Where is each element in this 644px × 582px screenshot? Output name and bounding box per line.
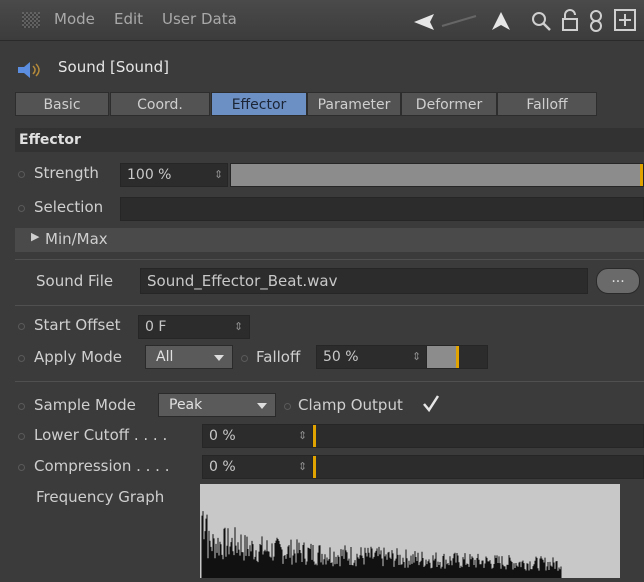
compression-slider-marker: [313, 456, 316, 478]
falloff-slider-fill: [427, 346, 457, 368]
strength-spinner-icon[interactable]: ⇕: [214, 168, 223, 181]
divider: [15, 305, 644, 306]
grip-icon: [22, 12, 40, 28]
lower-cutoff-anim-dot[interactable]: [18, 433, 25, 440]
object-header: Sound [Sound]: [0, 54, 644, 84]
start-offset-anim-dot[interactable]: [18, 323, 25, 330]
selection-label: Selection: [34, 198, 104, 216]
strength-input[interactable]: 100 %: [120, 163, 228, 187]
tab-effector[interactable]: Effector: [211, 92, 307, 116]
sound-file-label: Sound File: [36, 272, 114, 290]
divider: [15, 259, 644, 260]
object-title: Sound [Sound]: [58, 58, 169, 76]
minmax-label: Min/Max: [45, 230, 108, 248]
tab-coord[interactable]: Coord.: [110, 92, 210, 116]
compression-anim-dot[interactable]: [18, 464, 25, 471]
add-icon[interactable]: [614, 9, 636, 31]
effector-section-header: Effector: [15, 128, 644, 152]
start-offset-spinner-icon[interactable]: ⇕: [234, 320, 243, 333]
lower-cutoff-slider[interactable]: [312, 424, 644, 448]
chevron-down-icon: [214, 355, 224, 361]
pointer-icon[interactable]: [490, 10, 512, 32]
menu-mode[interactable]: Mode: [54, 10, 95, 28]
clamp-output-anim-dot[interactable]: [284, 403, 291, 410]
tab-deformer[interactable]: Deformer: [401, 92, 497, 116]
expand-triangle-icon[interactable]: ▶: [31, 230, 39, 243]
chevron-down-icon: [257, 403, 267, 409]
falloff-slider-marker: [456, 346, 459, 368]
sample-mode-select[interactable]: Peak: [158, 393, 276, 417]
menu-edit[interactable]: Edit: [114, 10, 143, 28]
lower-cutoff-slider-marker: [313, 425, 316, 447]
sample-mode-label: Sample Mode: [34, 396, 136, 414]
frequency-graph[interactable]: [200, 484, 620, 578]
strength-slider[interactable]: [230, 163, 644, 187]
tab-parameter[interactable]: Parameter: [307, 92, 401, 116]
lower-cutoff-spinner-icon[interactable]: ⇕: [298, 429, 307, 442]
frequency-graph-label: Frequency Graph: [36, 488, 165, 506]
apply-mode-select[interactable]: All: [145, 345, 233, 369]
clamp-output-label: Clamp Output: [298, 396, 403, 414]
falloff-label: Falloff: [256, 348, 301, 366]
tab-falloff[interactable]: Falloff: [497, 92, 597, 116]
falloff-slider[interactable]: [426, 345, 488, 369]
start-offset-label: Start Offset: [34, 316, 121, 334]
falloff-anim-dot[interactable]: [241, 355, 248, 362]
selection-field[interactable]: [120, 197, 644, 221]
browse-button[interactable]: ...: [596, 268, 640, 294]
menu-user-data[interactable]: User Data: [162, 10, 237, 28]
selection-anim-dot[interactable]: [18, 205, 25, 212]
tab-basic[interactable]: Basic: [15, 92, 109, 116]
search-icon[interactable]: [530, 10, 552, 32]
clamp-output-checkbox[interactable]: [422, 393, 440, 413]
apply-mode-label: Apply Mode: [34, 348, 122, 366]
back-arrow-icon[interactable]: [414, 12, 494, 32]
divider: [15, 381, 644, 382]
compression-spinner-icon[interactable]: ⇕: [298, 460, 307, 473]
menu-bar: Mode Edit User Data: [0, 0, 644, 41]
compression-label: Compression . . . .: [34, 457, 170, 475]
link-icon[interactable]: [588, 9, 604, 33]
sample-mode-value: Peak: [169, 397, 203, 413]
compression-slider[interactable]: [312, 455, 644, 479]
sample-mode-anim-dot[interactable]: [18, 403, 25, 410]
strength-anim-dot[interactable]: [18, 171, 25, 178]
sound-icon: [18, 62, 40, 78]
strength-label: Strength: [34, 164, 99, 182]
apply-mode-value: All: [156, 349, 174, 365]
frequency-graph-plot: [201, 511, 562, 578]
falloff-spinner-icon[interactable]: ⇕: [412, 350, 421, 363]
lower-cutoff-label: Lower Cutoff . . . .: [34, 426, 168, 444]
apply-mode-anim-dot[interactable]: [18, 355, 25, 362]
minmax-group[interactable]: ▶ Min/Max: [15, 228, 644, 252]
check-icon: [423, 395, 440, 413]
lock-icon[interactable]: [560, 9, 580, 33]
sound-file-input[interactable]: Sound_Effector_Beat.wav: [140, 268, 588, 294]
strength-slider-marker: [640, 164, 643, 186]
